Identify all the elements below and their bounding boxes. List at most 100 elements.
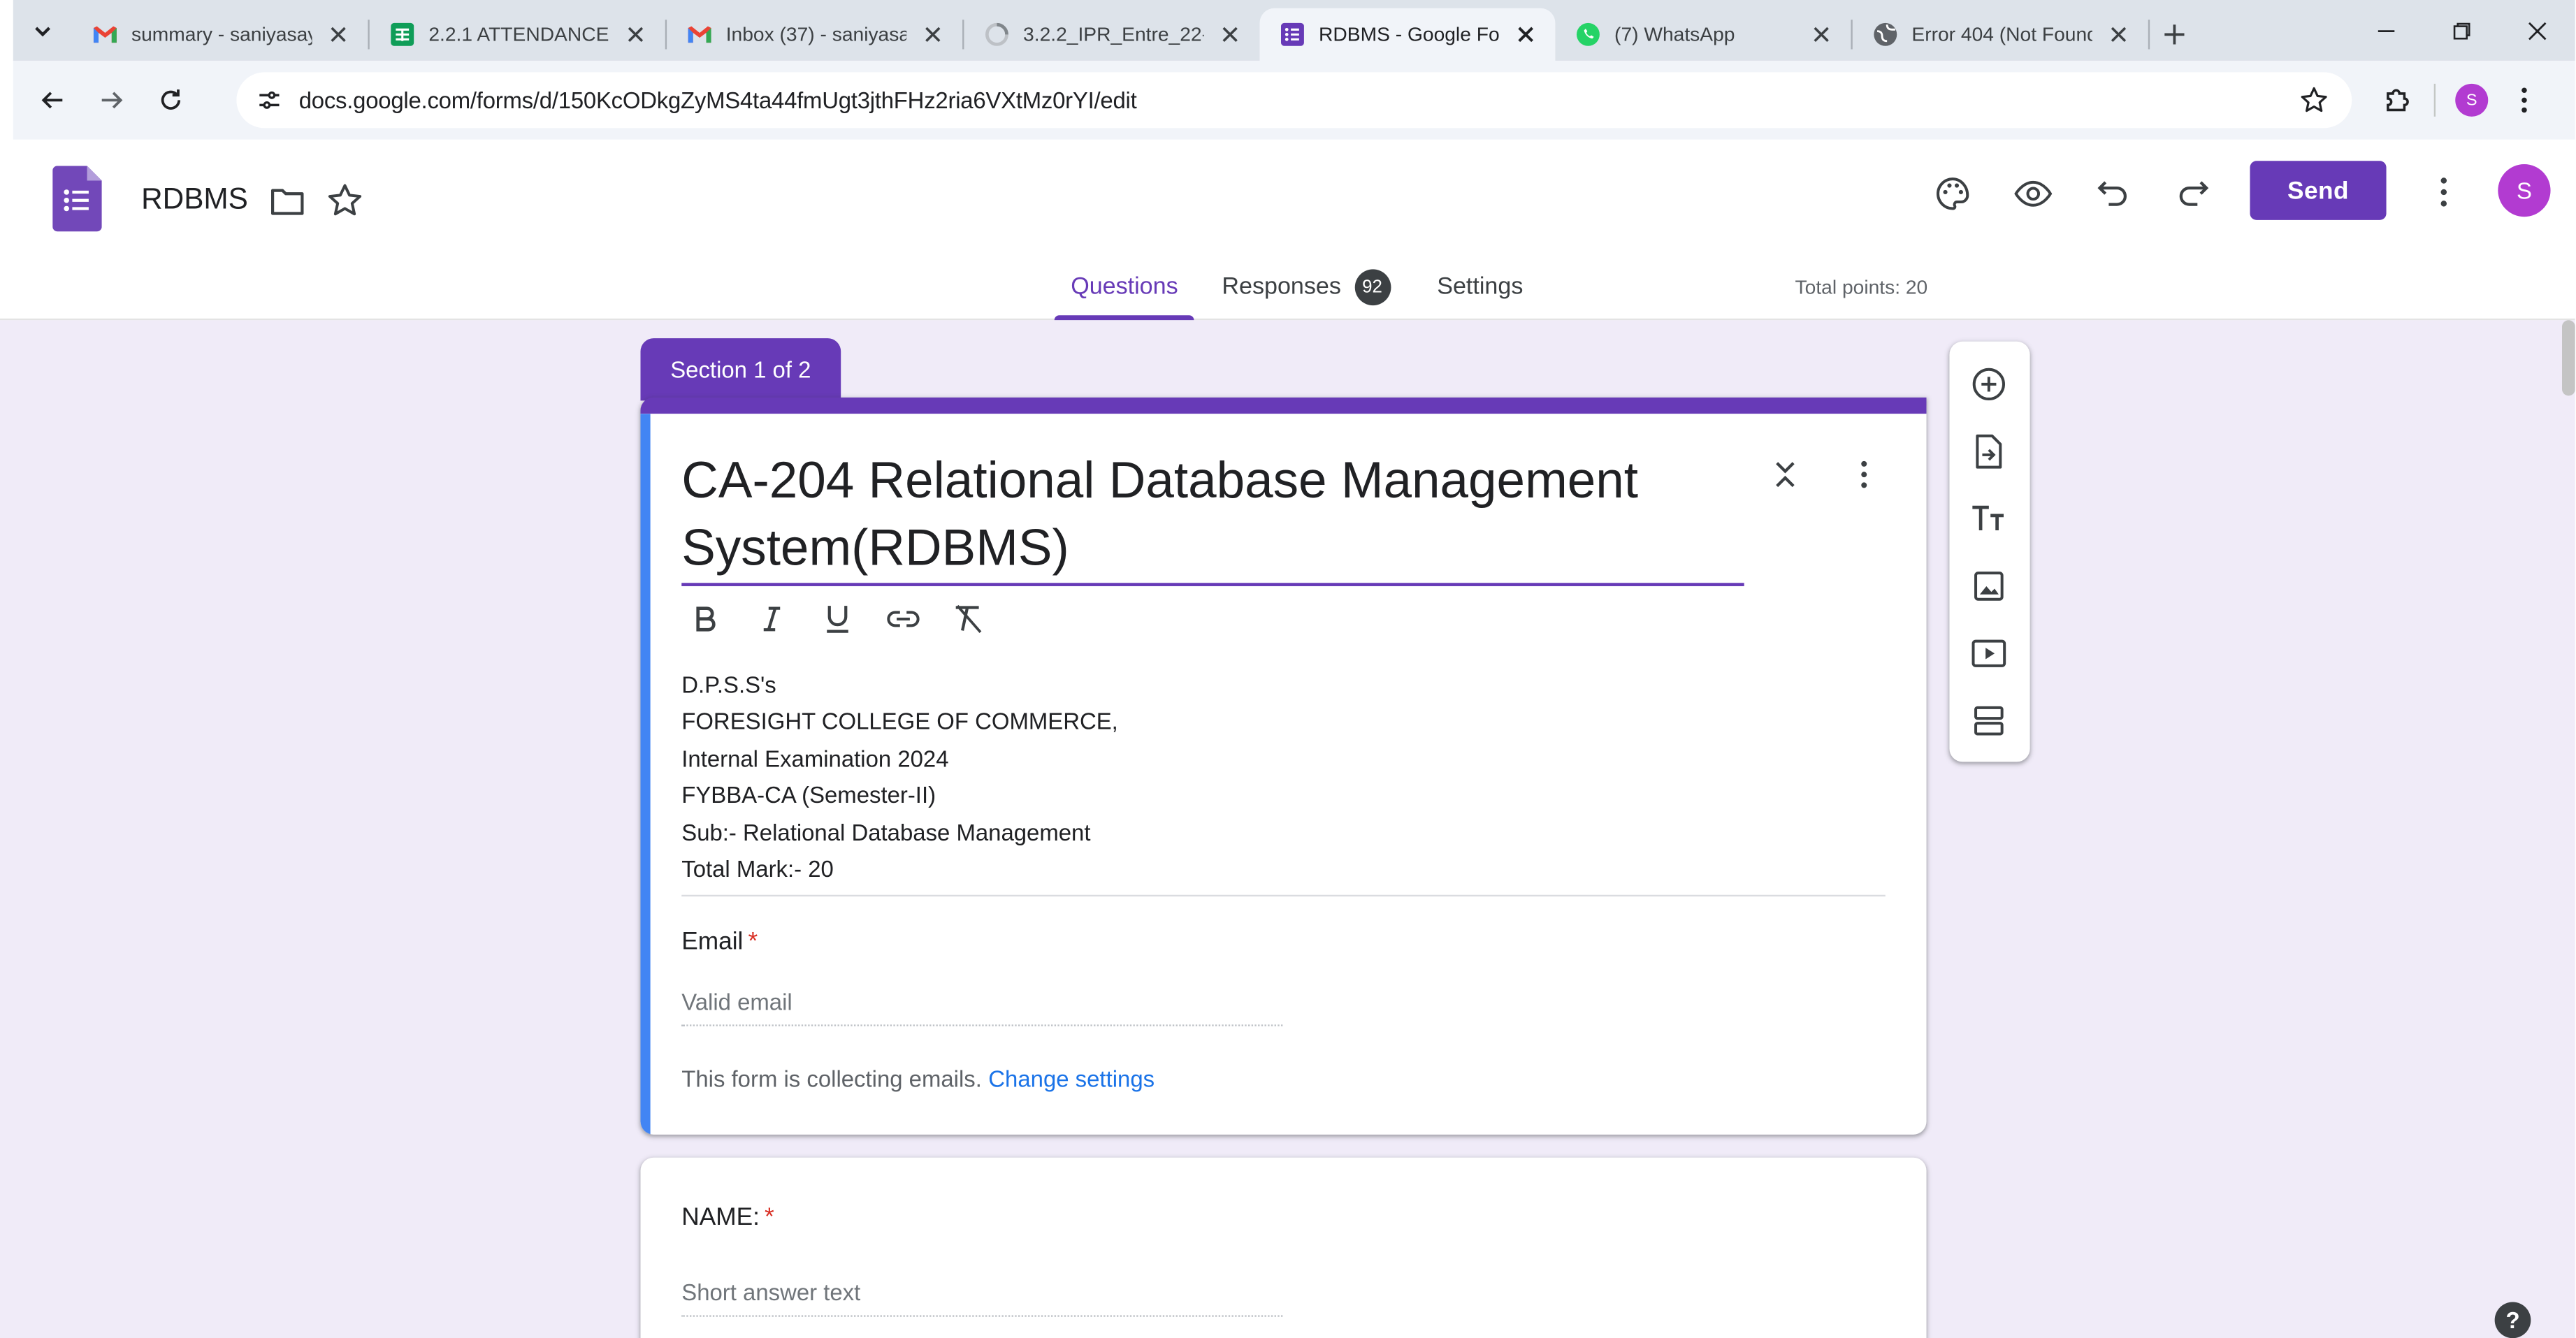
- tab-title: summary - saniyasay: [131, 22, 312, 46]
- insert-link-button[interactable]: [883, 599, 922, 639]
- new-tab-button[interactable]: [2150, 8, 2199, 61]
- name-question-label: NAME: *: [681, 1204, 774, 1232]
- import-questions-button[interactable]: [1969, 432, 2009, 471]
- minimize-button[interactable]: [2348, 0, 2424, 61]
- email-question-label: Email *: [681, 928, 758, 956]
- short-answer-input[interactable]: Short answer text: [681, 1279, 1283, 1317]
- preview-button[interactable]: [2012, 173, 2055, 215]
- more-vert-icon[interactable]: [1846, 456, 1882, 493]
- browser-tab-6[interactable]: Error 404 (Not Found: [1853, 8, 2148, 61]
- email-input[interactable]: Valid email: [681, 989, 1283, 1026]
- required-asterisk: *: [748, 927, 758, 956]
- tab-settings[interactable]: Settings: [1437, 271, 1523, 321]
- add-title-button[interactable]: [1969, 499, 2009, 538]
- question-card-name[interactable]: NAME: * Short answer text: [640, 1157, 1927, 1338]
- tab-title: Inbox (37) - saniyasa: [725, 22, 907, 46]
- extensions-button[interactable]: [2371, 74, 2424, 126]
- form-header-card[interactable]: CA-204 Relational Database Management Sy…: [640, 397, 1927, 1135]
- description-line: D.P.S.S's: [681, 671, 776, 698]
- account-avatar[interactable]: S: [2498, 163, 2551, 217]
- tab-responses[interactable]: Responses 92: [1222, 269, 1391, 321]
- collapse-icon[interactable]: [1767, 456, 1804, 493]
- loading-icon: [985, 22, 1008, 46]
- add-video-button[interactable]: [1969, 634, 2009, 673]
- bookmark-star-button[interactable]: [2289, 75, 2339, 124]
- eye-icon: [2014, 180, 2053, 207]
- site-info-icon[interactable]: [253, 84, 286, 117]
- tab-title: (7) WhatsApp: [1614, 22, 1735, 46]
- collecting-emails-text: This form is collecting emails.: [681, 1066, 982, 1092]
- add-section-button[interactable]: [1969, 701, 2009, 740]
- bold-button[interactable]: [686, 599, 725, 639]
- close-window-button[interactable]: [2500, 0, 2575, 61]
- send-button[interactable]: Send: [2250, 161, 2387, 220]
- clear-formatting-button[interactable]: [949, 599, 988, 639]
- toolbar-right: S: [2371, 74, 2550, 126]
- title-text-icon: [1972, 505, 2004, 531]
- undo-button[interactable]: [2092, 173, 2135, 215]
- description-line: Sub:- Relational Database Management: [681, 818, 1091, 845]
- more-vert-icon: [2521, 87, 2527, 113]
- browser-tab-4-active[interactable]: RDBMS - Google For: [1259, 8, 1556, 61]
- forward-button[interactable]: [82, 71, 141, 130]
- help-button[interactable]: ?: [2494, 1302, 2531, 1338]
- close-tab-icon[interactable]: [1217, 22, 1243, 48]
- browser-tab-1[interactable]: 2.2.1 ATTENDANCE S: [370, 8, 665, 61]
- description-line: Internal Examination 2024: [681, 745, 949, 772]
- address-bar[interactable]: docs.google.com/forms/d/150KcODkgZyMS4ta…: [236, 72, 2352, 129]
- customize-theme-button[interactable]: [1932, 173, 1974, 215]
- profile-button[interactable]: S: [2445, 74, 2498, 126]
- reload-button[interactable]: [141, 71, 201, 130]
- browser-tab-5[interactable]: (7) WhatsApp: [1555, 8, 1851, 61]
- browser-toolbar: docs.google.com/forms/d/150KcODkgZyMS4ta…: [13, 60, 2575, 140]
- sheets-icon: [391, 22, 414, 46]
- browser-tab-3[interactable]: 3.2.2_IPR_Entre_22-2: [964, 8, 1259, 61]
- more-vert-icon[interactable]: [2424, 173, 2463, 212]
- close-tab-icon[interactable]: [1808, 22, 1835, 48]
- tab-settings-label: Settings: [1437, 274, 1524, 301]
- scrollbar-thumb[interactable]: [2561, 320, 2575, 396]
- star-icon[interactable]: [325, 181, 364, 220]
- browser-tab-2[interactable]: Inbox (37) - saniyasa: [667, 8, 962, 61]
- form-title[interactable]: CA-204 Relational Database Management Sy…: [681, 446, 1744, 586]
- url-text[interactable]: docs.google.com/forms/d/150KcODkgZyMS4ta…: [299, 87, 2289, 114]
- responses-count-badge: 92: [1354, 269, 1391, 306]
- text-format-toolbar: [686, 599, 988, 639]
- close-icon: [2528, 21, 2547, 40]
- document-title[interactable]: RDBMS: [141, 182, 248, 217]
- add-question-button[interactable]: [1969, 365, 2009, 404]
- redo-button[interactable]: [2171, 173, 2214, 215]
- underline-button[interactable]: [818, 599, 857, 639]
- palette-icon: [1937, 177, 1969, 210]
- tab-title: RDBMS - Google For: [1319, 22, 1500, 46]
- back-button[interactable]: [23, 71, 82, 130]
- close-tab-icon[interactable]: [325, 22, 352, 48]
- close-tab-icon[interactable]: [2106, 22, 2132, 48]
- forms-icon: [1280, 22, 1304, 46]
- plus-icon: [2164, 24, 2185, 45]
- folder-icon[interactable]: [268, 182, 307, 221]
- minimize-icon: [2378, 29, 2395, 31]
- italic-button[interactable]: [752, 599, 791, 639]
- forms-header: RDBMS Send S Questions Responses 92 Sett…: [0, 139, 2575, 321]
- change-settings-link[interactable]: Change settings: [988, 1066, 1155, 1092]
- close-tab-icon[interactable]: [1512, 22, 1539, 48]
- close-tab-icon[interactable]: [623, 22, 649, 48]
- focus-indicator-bar: [640, 414, 651, 1135]
- browser-menu-button[interactable]: [2498, 74, 2550, 126]
- form-description[interactable]: D.P.S.S's FORESIGHT COLLEGE OF COMMERCE,…: [681, 667, 1886, 898]
- description-line: Total Mark:- 20: [681, 855, 834, 882]
- email-label-text: Email: [681, 927, 744, 956]
- arrow-left-icon: [41, 92, 63, 109]
- globe-icon: [1874, 22, 1897, 46]
- link-icon: [887, 611, 920, 627]
- forms-logo-icon[interactable]: [52, 166, 102, 232]
- tab-search-button[interactable]: [13, 0, 73, 61]
- browser-tab-0[interactable]: summary - saniyasay: [72, 8, 368, 61]
- tab-questions[interactable]: Questions: [1054, 271, 1195, 321]
- tab-questions-label: Questions: [1071, 274, 1178, 301]
- close-tab-icon[interactable]: [920, 22, 946, 48]
- form-tabs: Questions Responses 92 Settings Total po…: [0, 269, 2575, 321]
- restore-button[interactable]: [2424, 0, 2500, 61]
- add-image-button[interactable]: [1969, 567, 2009, 606]
